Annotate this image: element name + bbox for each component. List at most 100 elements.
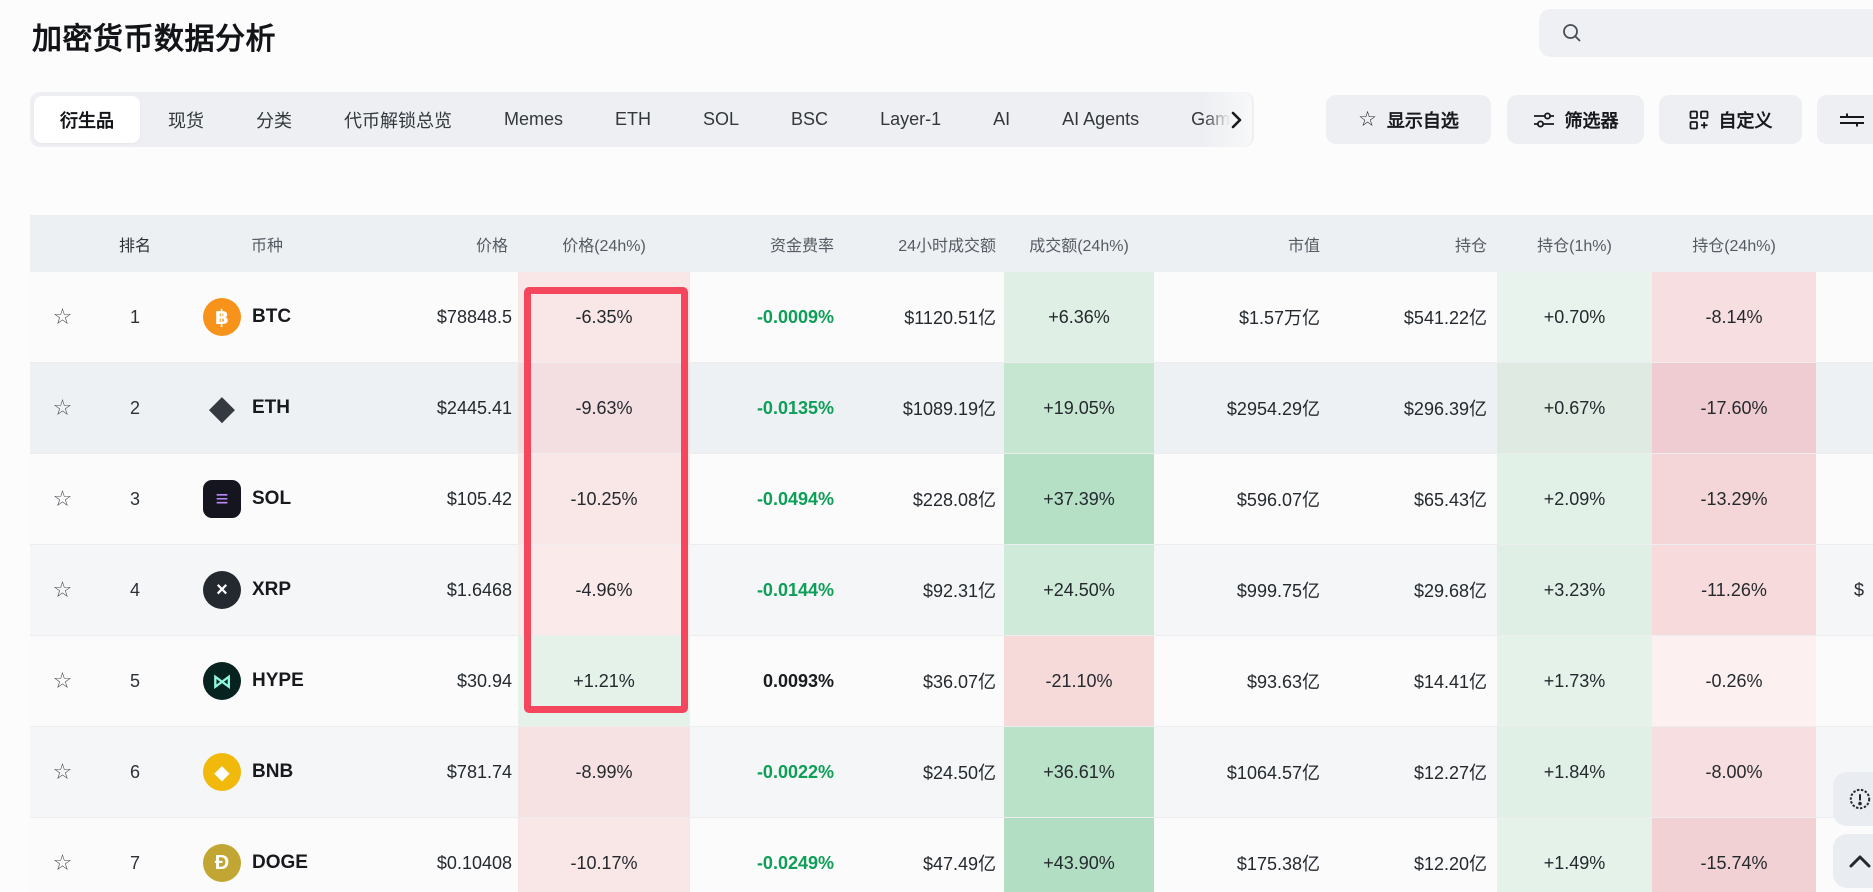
tab[interactable]: 衍生品 bbox=[34, 96, 140, 143]
coin-symbol: DOGE bbox=[252, 852, 308, 873]
header-coin[interactable]: 币种 bbox=[175, 215, 370, 272]
volume-24h-cell: $36.07亿 bbox=[922, 672, 996, 692]
coin-cell[interactable]: ≡ SOL bbox=[175, 454, 370, 544]
tab-label: Layer-1 bbox=[880, 109, 942, 129]
table-row[interactable]: ☆ 3 ≡ SOL $105.42 -10.25% -0.0494% $228.… bbox=[30, 454, 1873, 545]
header-market-cap[interactable]: 市值 bbox=[1154, 215, 1338, 272]
table-row[interactable]: ☆ 7 Ð DOGE $0.10408 -10.17% -0.0249% $47… bbox=[30, 818, 1873, 892]
tab[interactable]: ETH bbox=[589, 96, 677, 143]
customize-label: 自定义 bbox=[1718, 110, 1773, 131]
open-interest-cell: $29.68亿 bbox=[1413, 581, 1487, 601]
open-interest-cell: $65.43亿 bbox=[1413, 490, 1487, 510]
oi-change-24h-cell: -8.14% bbox=[1652, 272, 1816, 362]
header-volume-change[interactable]: 成交额(24h%) bbox=[1004, 215, 1154, 272]
show-watchlist-button[interactable]: ☆ 显示自选 bbox=[1326, 95, 1491, 144]
header-price[interactable]: 价格 bbox=[370, 215, 518, 272]
volume-24h-cell: $24.50亿 bbox=[922, 763, 996, 783]
header-funding-rate[interactable]: 资金费率 bbox=[690, 215, 842, 272]
column-sliders-icon bbox=[1840, 113, 1864, 126]
rank-cell: 6 bbox=[129, 761, 140, 782]
oi-change-24h-cell: -8.00% bbox=[1652, 727, 1816, 817]
open-interest-cell: $296.39亿 bbox=[1403, 399, 1487, 419]
price-change-24h-cell: -10.17% bbox=[518, 818, 690, 892]
coin-cell[interactable]: ◆ ETH bbox=[175, 363, 370, 453]
tab[interactable]: AI bbox=[967, 96, 1036, 143]
table-row[interactable]: ☆ 4 × XRP $1.6468 -4.96% -0.0144% $92.31… bbox=[30, 545, 1873, 636]
customize-grid-icon bbox=[1689, 110, 1708, 129]
header-oi-1h[interactable]: 持仓(1h%) bbox=[1497, 215, 1652, 272]
oi-change-1h-cell: +1.84% bbox=[1497, 727, 1652, 817]
tab[interactable]: 代币解锁总览 bbox=[318, 96, 478, 143]
oi-change-1h-cell: +0.70% bbox=[1497, 272, 1652, 362]
coin-cell[interactable]: ◆ BNB bbox=[175, 727, 370, 817]
oi-change-24h-cell: -17.60% bbox=[1652, 363, 1816, 453]
tab[interactable]: Layer-1 bbox=[854, 96, 967, 143]
favorite-star-icon[interactable]: ☆ bbox=[30, 454, 95, 544]
tab[interactable]: AI Agents bbox=[1036, 96, 1165, 143]
header-rank[interactable]: 排名 bbox=[95, 215, 175, 272]
favorite-star-icon[interactable]: ☆ bbox=[30, 636, 95, 726]
oi-change-1h-cell: +1.73% bbox=[1497, 636, 1652, 726]
table-row[interactable]: ☆ 1 ฿ BTC $78848.5 -6.35% -0.0009% $1120… bbox=[30, 272, 1873, 363]
tab[interactable]: BSC bbox=[765, 96, 854, 143]
oi-change-24h-cell: -0.26% bbox=[1652, 636, 1816, 726]
price-change-24h-cell: -9.63% bbox=[518, 363, 690, 453]
coin-symbol: BTC bbox=[252, 306, 292, 327]
tab[interactable]: 分类 bbox=[230, 96, 318, 143]
tab-label: ETH bbox=[615, 109, 652, 129]
favorite-star-icon[interactable]: ☆ bbox=[30, 363, 95, 453]
header-oi-24h[interactable]: 持仓(24h%) bbox=[1652, 215, 1816, 272]
tab-label: 现货 bbox=[168, 110, 204, 131]
volume-change-24h-cell: +37.39% bbox=[1004, 454, 1154, 544]
coin-cell[interactable]: ฿ BTC bbox=[175, 272, 370, 362]
coin-cell[interactable]: Ð DOGE bbox=[175, 818, 370, 892]
back-to-top-button[interactable] bbox=[1833, 834, 1873, 888]
price-change-24h-cell: -6.35% bbox=[518, 272, 690, 362]
column-settings-button[interactable] bbox=[1817, 95, 1873, 144]
feedback-badge-button[interactable] bbox=[1833, 772, 1873, 826]
coin-cell[interactable]: ⋈ HYPE bbox=[175, 636, 370, 726]
chevron-right-icon bbox=[1231, 111, 1242, 128]
oi-change-24h-cell: -15.74% bbox=[1652, 818, 1816, 892]
volume-24h-cell: $1089.19亿 bbox=[902, 399, 996, 419]
table-row[interactable]: ☆ 2 ◆ ETH $2445.41 -9.63% -0.0135% $1089… bbox=[30, 363, 1873, 454]
favorite-star-icon[interactable]: ☆ bbox=[30, 818, 95, 892]
coin-symbol: XRP bbox=[252, 579, 292, 600]
header-volume-24h[interactable]: 24小时成交额 bbox=[842, 215, 1004, 272]
extra-cell bbox=[1816, 272, 1873, 362]
coin-symbol: SOL bbox=[252, 488, 292, 509]
customize-button[interactable]: 自定义 bbox=[1659, 95, 1802, 144]
funding-rate-cell: -0.0009% bbox=[756, 306, 834, 327]
tab[interactable]: 现货 bbox=[142, 96, 230, 143]
header-open-interest[interactable]: 持仓 bbox=[1338, 215, 1497, 272]
header-star bbox=[30, 215, 95, 272]
volume-change-24h-cell: -21.10% bbox=[1004, 636, 1154, 726]
favorite-star-icon[interactable]: ☆ bbox=[30, 727, 95, 817]
tab[interactable]: Memes bbox=[478, 96, 589, 143]
crypto-table: 排名 币种 价格 价格(24h%) 资金费率 24小时成交额 成交额(24h%)… bbox=[30, 215, 1873, 892]
header-price-24h[interactable]: 价格(24h%) bbox=[518, 215, 690, 272]
extra-cell bbox=[1816, 636, 1873, 726]
xrp-icon: × bbox=[203, 571, 241, 609]
table-row[interactable]: ☆ 5 ⋈ HYPE $30.94 +1.21% 0.0093% $36.07亿… bbox=[30, 636, 1873, 727]
coin-symbol: BNB bbox=[252, 761, 294, 782]
filter-button[interactable]: 筛选器 bbox=[1507, 95, 1644, 144]
tab[interactable]: SOL bbox=[677, 96, 765, 143]
volume-24h-cell: $1120.51亿 bbox=[904, 308, 996, 328]
tabs-more-chevron[interactable] bbox=[1204, 92, 1253, 147]
search-input[interactable] bbox=[1593, 24, 1873, 42]
market-cap-cell: $1064.57亿 bbox=[1226, 763, 1320, 783]
market-cap-cell: $999.75亿 bbox=[1236, 581, 1320, 601]
open-interest-cell: $541.22亿 bbox=[1403, 308, 1487, 328]
search-box[interactable] bbox=[1539, 9, 1873, 57]
favorite-star-icon[interactable]: ☆ bbox=[30, 272, 95, 362]
oi-change-24h-cell: -13.29% bbox=[1652, 454, 1816, 544]
bnb-icon: ◆ bbox=[203, 753, 241, 791]
favorite-star-icon[interactable]: ☆ bbox=[30, 545, 95, 635]
volume-change-24h-cell: +24.50% bbox=[1004, 545, 1154, 635]
volume-24h-cell: $228.08亿 bbox=[912, 490, 996, 510]
filter-label: 筛选器 bbox=[1564, 110, 1619, 131]
coin-cell[interactable]: × XRP bbox=[175, 545, 370, 635]
table-row[interactable]: ☆ 6 ◆ BNB $781.74 -8.99% -0.0022% $24.50… bbox=[30, 727, 1873, 818]
extra-cell bbox=[1816, 454, 1873, 544]
